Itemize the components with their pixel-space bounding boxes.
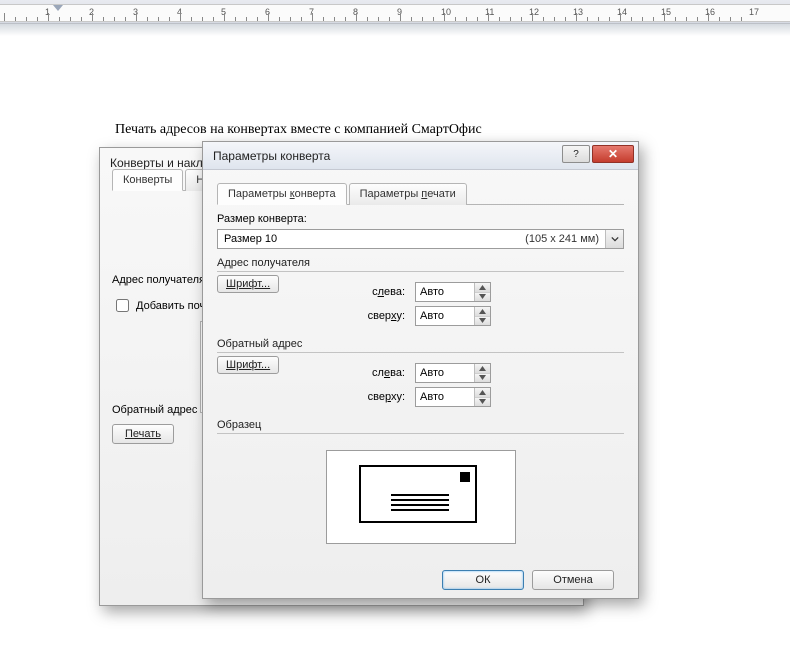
recipient-left-value: Авто xyxy=(416,286,474,298)
spin-down-icon[interactable] xyxy=(475,398,490,407)
return-top-value: Авто xyxy=(416,391,474,403)
tab-envelopes[interactable]: Конверты xyxy=(112,169,183,191)
return-left-value: Авто xyxy=(416,367,474,379)
ruler-number: 16 xyxy=(705,7,715,17)
page-top-shadow xyxy=(0,24,790,36)
ruler-number: 11 xyxy=(485,7,494,17)
cancel-button[interactable]: Отмена xyxy=(532,570,614,590)
horizontal-ruler: 1234567891011121314151617 xyxy=(0,4,790,22)
spin-up-icon[interactable] xyxy=(475,307,490,317)
ruler-number: 13 xyxy=(573,7,583,17)
envelope-size-label: Размер конверта: xyxy=(217,213,307,225)
recipient-group-label: Адрес получателя xyxy=(217,257,624,269)
spin-down-icon[interactable] xyxy=(475,293,490,302)
return-top-label: сверху: xyxy=(357,391,405,403)
recipient-left-label: слева: xyxy=(357,286,405,298)
return-left-spinner[interactable]: Авто xyxy=(415,363,491,383)
ok-button[interactable]: ОК xyxy=(442,570,524,590)
envelope-size-dims: (105 x 241 мм) xyxy=(519,233,605,245)
sample-label: Образец xyxy=(217,419,624,431)
divider xyxy=(217,352,624,353)
envelope-icon xyxy=(359,465,477,523)
divider xyxy=(217,433,624,434)
recipient-top-label: сверху: xyxy=(357,310,405,322)
indent-marker-icon[interactable] xyxy=(53,5,58,23)
recipient-left-spinner[interactable]: Авто xyxy=(415,282,491,302)
ruler-area: 1234567891011121314151617 xyxy=(0,0,790,24)
return-address-label: Обратный адрес xyxy=(112,404,197,416)
envelope-size-value: Размер 10 xyxy=(218,233,519,245)
recipient-top-spinner[interactable]: Авто xyxy=(415,306,491,326)
address-lines-icon xyxy=(391,491,449,514)
spin-down-icon[interactable] xyxy=(475,317,490,326)
close-button[interactable]: ✕ xyxy=(592,145,634,163)
stamp-icon xyxy=(460,472,470,482)
divider xyxy=(217,271,624,272)
envelope-size-combo[interactable]: Размер 10 (105 x 241 мм) xyxy=(217,229,624,249)
help-button[interactable]: ? xyxy=(562,145,590,163)
ruler-number: 14 xyxy=(617,7,627,17)
return-group-label: Обратный адрес xyxy=(217,338,624,350)
return-font-button[interactable]: Шрифт... xyxy=(217,356,279,374)
ruler-number: 17 xyxy=(749,7,759,17)
print-button[interactable]: Печать xyxy=(112,424,174,444)
spin-up-icon[interactable] xyxy=(475,283,490,293)
return-left-label: слева: xyxy=(357,367,405,379)
chevron-down-icon[interactable] xyxy=(605,230,623,248)
recipient-address-label: Адрес получателя xyxy=(112,274,205,286)
add-mail-checkbox-input[interactable] xyxy=(116,299,129,312)
titlebar[interactable]: Параметры конверта ? ✕ xyxy=(203,142,638,170)
titlebar-text: Параметры конверта xyxy=(213,149,330,163)
recipient-top-value: Авто xyxy=(416,310,474,322)
spin-down-icon[interactable] xyxy=(475,374,490,383)
ruler-number: 12 xyxy=(529,7,539,17)
envelope-preview xyxy=(326,450,516,544)
spin-up-icon[interactable] xyxy=(475,364,490,374)
document-heading: Печать адресов на конвертах вместе с ком… xyxy=(115,122,482,138)
ruler-number: 15 xyxy=(661,7,671,17)
recipient-font-button[interactable]: Шрифт... xyxy=(217,275,279,293)
front-tabstrip: Параметры конверта Параметры печати xyxy=(217,182,624,205)
tab-envelope-options[interactable]: Параметры конверта xyxy=(217,183,347,205)
ruler-number: 10 xyxy=(441,7,451,17)
spin-up-icon[interactable] xyxy=(475,388,490,398)
return-top-spinner[interactable]: Авто xyxy=(415,387,491,407)
envelope-options-dialog: Параметры конверта ? ✕ Параметры конверт… xyxy=(202,141,639,599)
tab-print-options[interactable]: Параметры печати xyxy=(349,183,467,205)
